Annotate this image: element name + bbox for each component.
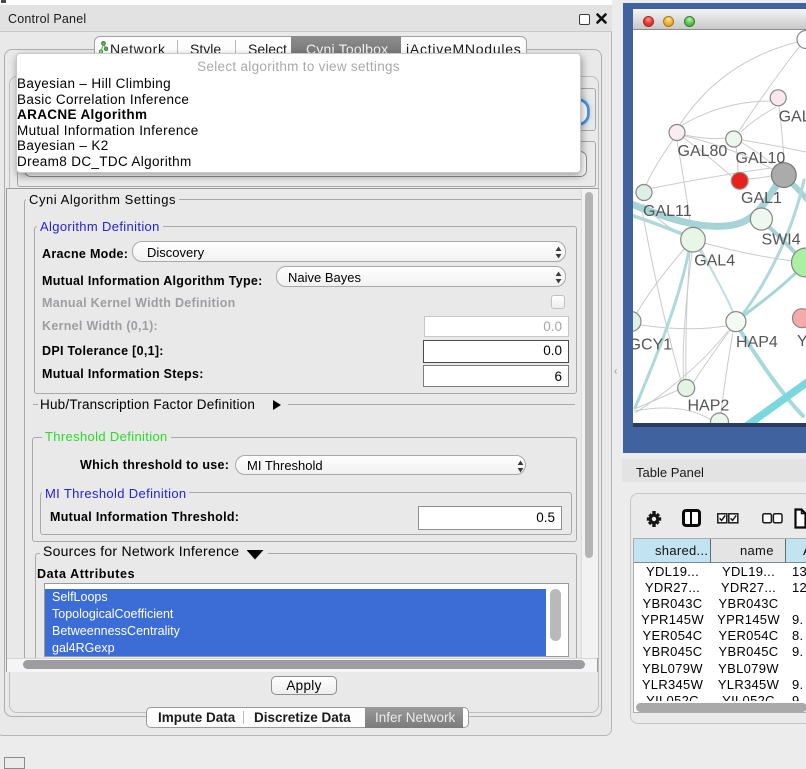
svg-text:GAL8: GAL8 — [779, 109, 806, 126]
svg-text:HAP4: HAP4 — [736, 334, 778, 351]
svg-text:GAL4: GAL4 — [694, 253, 735, 270]
svg-text:GAL11: GAL11 — [643, 203, 692, 220]
svg-text:Y: Y — [797, 333, 806, 350]
svg-text:SWI4: SWI4 — [762, 232, 801, 249]
svg-text:GCY1: GCY1 — [633, 337, 672, 354]
svg-text:GAL1: GAL1 — [741, 190, 782, 207]
svg-text:HAP2: HAP2 — [688, 398, 730, 415]
svg-text:GAL80: GAL80 — [678, 143, 728, 160]
svg-text:GAL10: GAL10 — [736, 150, 786, 167]
